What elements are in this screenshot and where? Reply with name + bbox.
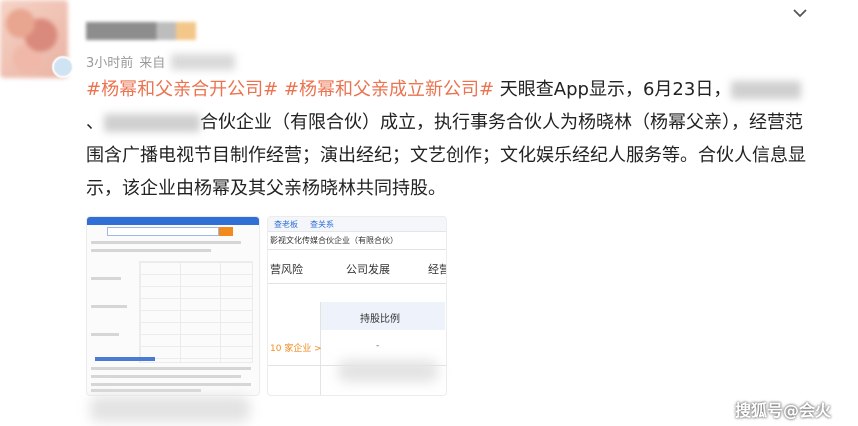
blurred-overlay [338, 360, 438, 382]
image-link-line [95, 357, 155, 361]
image-row-link: 10 家企业 > [270, 344, 322, 354]
image-column-header: 持股比例 [320, 302, 445, 330]
image-row-value: - [376, 341, 380, 351]
image-column-label: 持股比例 [360, 314, 400, 325]
post-source-prefix: 来自 [139, 56, 166, 71]
image-text-line [91, 277, 121, 280]
image-text-line [91, 367, 251, 370]
image-search-button [219, 227, 233, 236]
image-divider [268, 283, 446, 284]
image-text-line [91, 375, 241, 378]
post-meta: 3小时前 来自 [86, 52, 236, 71]
image-text-line [91, 389, 201, 392]
image-text-line [91, 249, 211, 252]
blurred-source [171, 53, 236, 70]
image-text-line [91, 241, 241, 244]
image-divider [268, 249, 446, 250]
image-nav-item: 公司发展 [346, 263, 390, 276]
blurred-text [731, 81, 802, 99]
image-tab: 查关系 [310, 220, 334, 229]
image-nav-item: 营风险 [270, 263, 303, 276]
image-text-line [91, 333, 119, 336]
chevron-down-icon[interactable] [790, 4, 810, 22]
blurred-overlay [90, 396, 250, 422]
image-header-bar [87, 217, 259, 225]
image-company-name: 影视文化传媒合伙企业（有限合伙） [270, 236, 398, 245]
hashtag-link[interactable]: #杨幂和父亲合开公司# [86, 79, 278, 100]
image-tab: 查老板 [274, 220, 298, 229]
blurred-text [104, 114, 200, 132]
post-image-1[interactable] [86, 216, 260, 396]
image-search-box [107, 227, 219, 236]
image-nav-item: 经营 [428, 263, 446, 276]
post-time: 3小时前 [86, 56, 134, 71]
post-body: #杨幂和父亲合开公司# #杨幂和父亲成立新公司# 天眼查App显示，6月23日，… [86, 73, 811, 205]
watermark: 搜狐号@会火 [735, 401, 832, 420]
image-text-line [91, 305, 127, 308]
image-text-line [91, 383, 251, 386]
post-text: 天眼查App显示，6月23日， [494, 79, 732, 100]
verified-badge-icon [52, 56, 74, 78]
blurred-username[interactable] [86, 22, 196, 40]
hashtag-link[interactable]: #杨幂和父亲成立新公司# [284, 79, 494, 100]
image-table [139, 261, 253, 363]
post-text: 、 [86, 112, 104, 133]
